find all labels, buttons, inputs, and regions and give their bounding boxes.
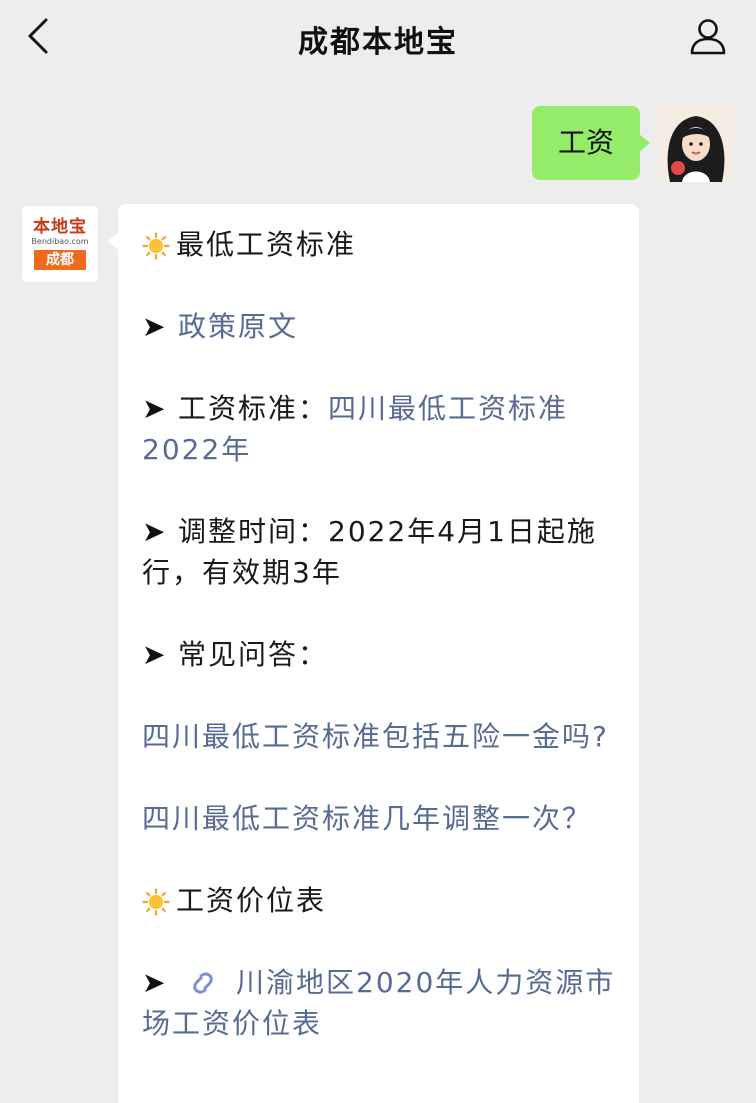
wage-standard-item: ➤ 工资标准：四川最低工资标准2022年: [142, 388, 617, 470]
user-message-row: 工资: [531, 106, 734, 182]
section-wage-price-table: 工资价位表: [142, 880, 617, 921]
page-title: 成都本地宝: [298, 25, 458, 60]
section-minimum-wage: 最低工资标准: [142, 224, 617, 265]
wage-standard-label: 工资标准：: [178, 392, 329, 425]
bot-avatar[interactable]: 本地宝 Bendibao.com 成都: [22, 206, 98, 282]
adjust-time-item: ➤ 调整时间：2022年4月1日起施行，有效期3年: [142, 511, 617, 593]
adjust-time-text: 调整时间：2022年4月1日起施行，有效期3年: [142, 515, 597, 589]
faq-link-five-insurances[interactable]: 四川最低工资标准包括五险一金吗?: [142, 720, 609, 753]
policy-original-link[interactable]: 政策原文: [178, 310, 298, 343]
bot-message-bubble: 最低工资标准 ➤ 政策原文 ➤ 工资标准：四川最低工资标准2022年 ➤ 调整时间：2…: [108, 204, 639, 1103]
faq-question-1: 四川最低工资标准包括五险一金吗?: [142, 716, 617, 757]
arrow-icon: ➤: [142, 310, 168, 343]
price-table-item: ➤ 川渝地区2020年人力资源市场工资价位表: [142, 962, 617, 1044]
arrow-icon: ➤: [142, 966, 168, 999]
back-button[interactable]: [18, 16, 58, 56]
top-bar: 成都本地宝: [0, 0, 756, 78]
sun-icon: [142, 232, 170, 260]
section-title: 工资价位表: [176, 884, 327, 917]
link-icon: [193, 972, 213, 994]
user-message-bubble[interactable]: 工资: [531, 106, 651, 180]
faq-question-2: 四川最低工资标准几年调整一次？: [142, 798, 617, 839]
faq-label: 常见问答：: [178, 638, 329, 671]
logo-city: 成都: [34, 249, 86, 270]
arrow-icon: ➤: [142, 392, 168, 425]
sun-icon: [142, 888, 170, 916]
back-chevron-icon: [28, 18, 48, 54]
policy-item: ➤ 政策原文: [142, 306, 617, 347]
user-message-text: 工资: [557, 126, 614, 159]
logo-brand: 本地宝: [33, 216, 87, 237]
arrow-icon: ➤: [142, 515, 168, 548]
section-title: 最低工资标准: [176, 228, 357, 261]
user-avatar[interactable]: [658, 106, 734, 182]
profile-icon: [690, 19, 726, 55]
faq-link-adjust-frequency[interactable]: 四川最低工资标准几年调整一次？: [142, 802, 592, 835]
user-avatar-illustration: [658, 106, 734, 182]
faq-item: ➤ 常见问答：: [142, 634, 617, 675]
arrow-icon: ➤: [142, 638, 168, 671]
logo-domain: Bendibao.com: [31, 236, 89, 246]
profile-button[interactable]: [686, 14, 730, 58]
